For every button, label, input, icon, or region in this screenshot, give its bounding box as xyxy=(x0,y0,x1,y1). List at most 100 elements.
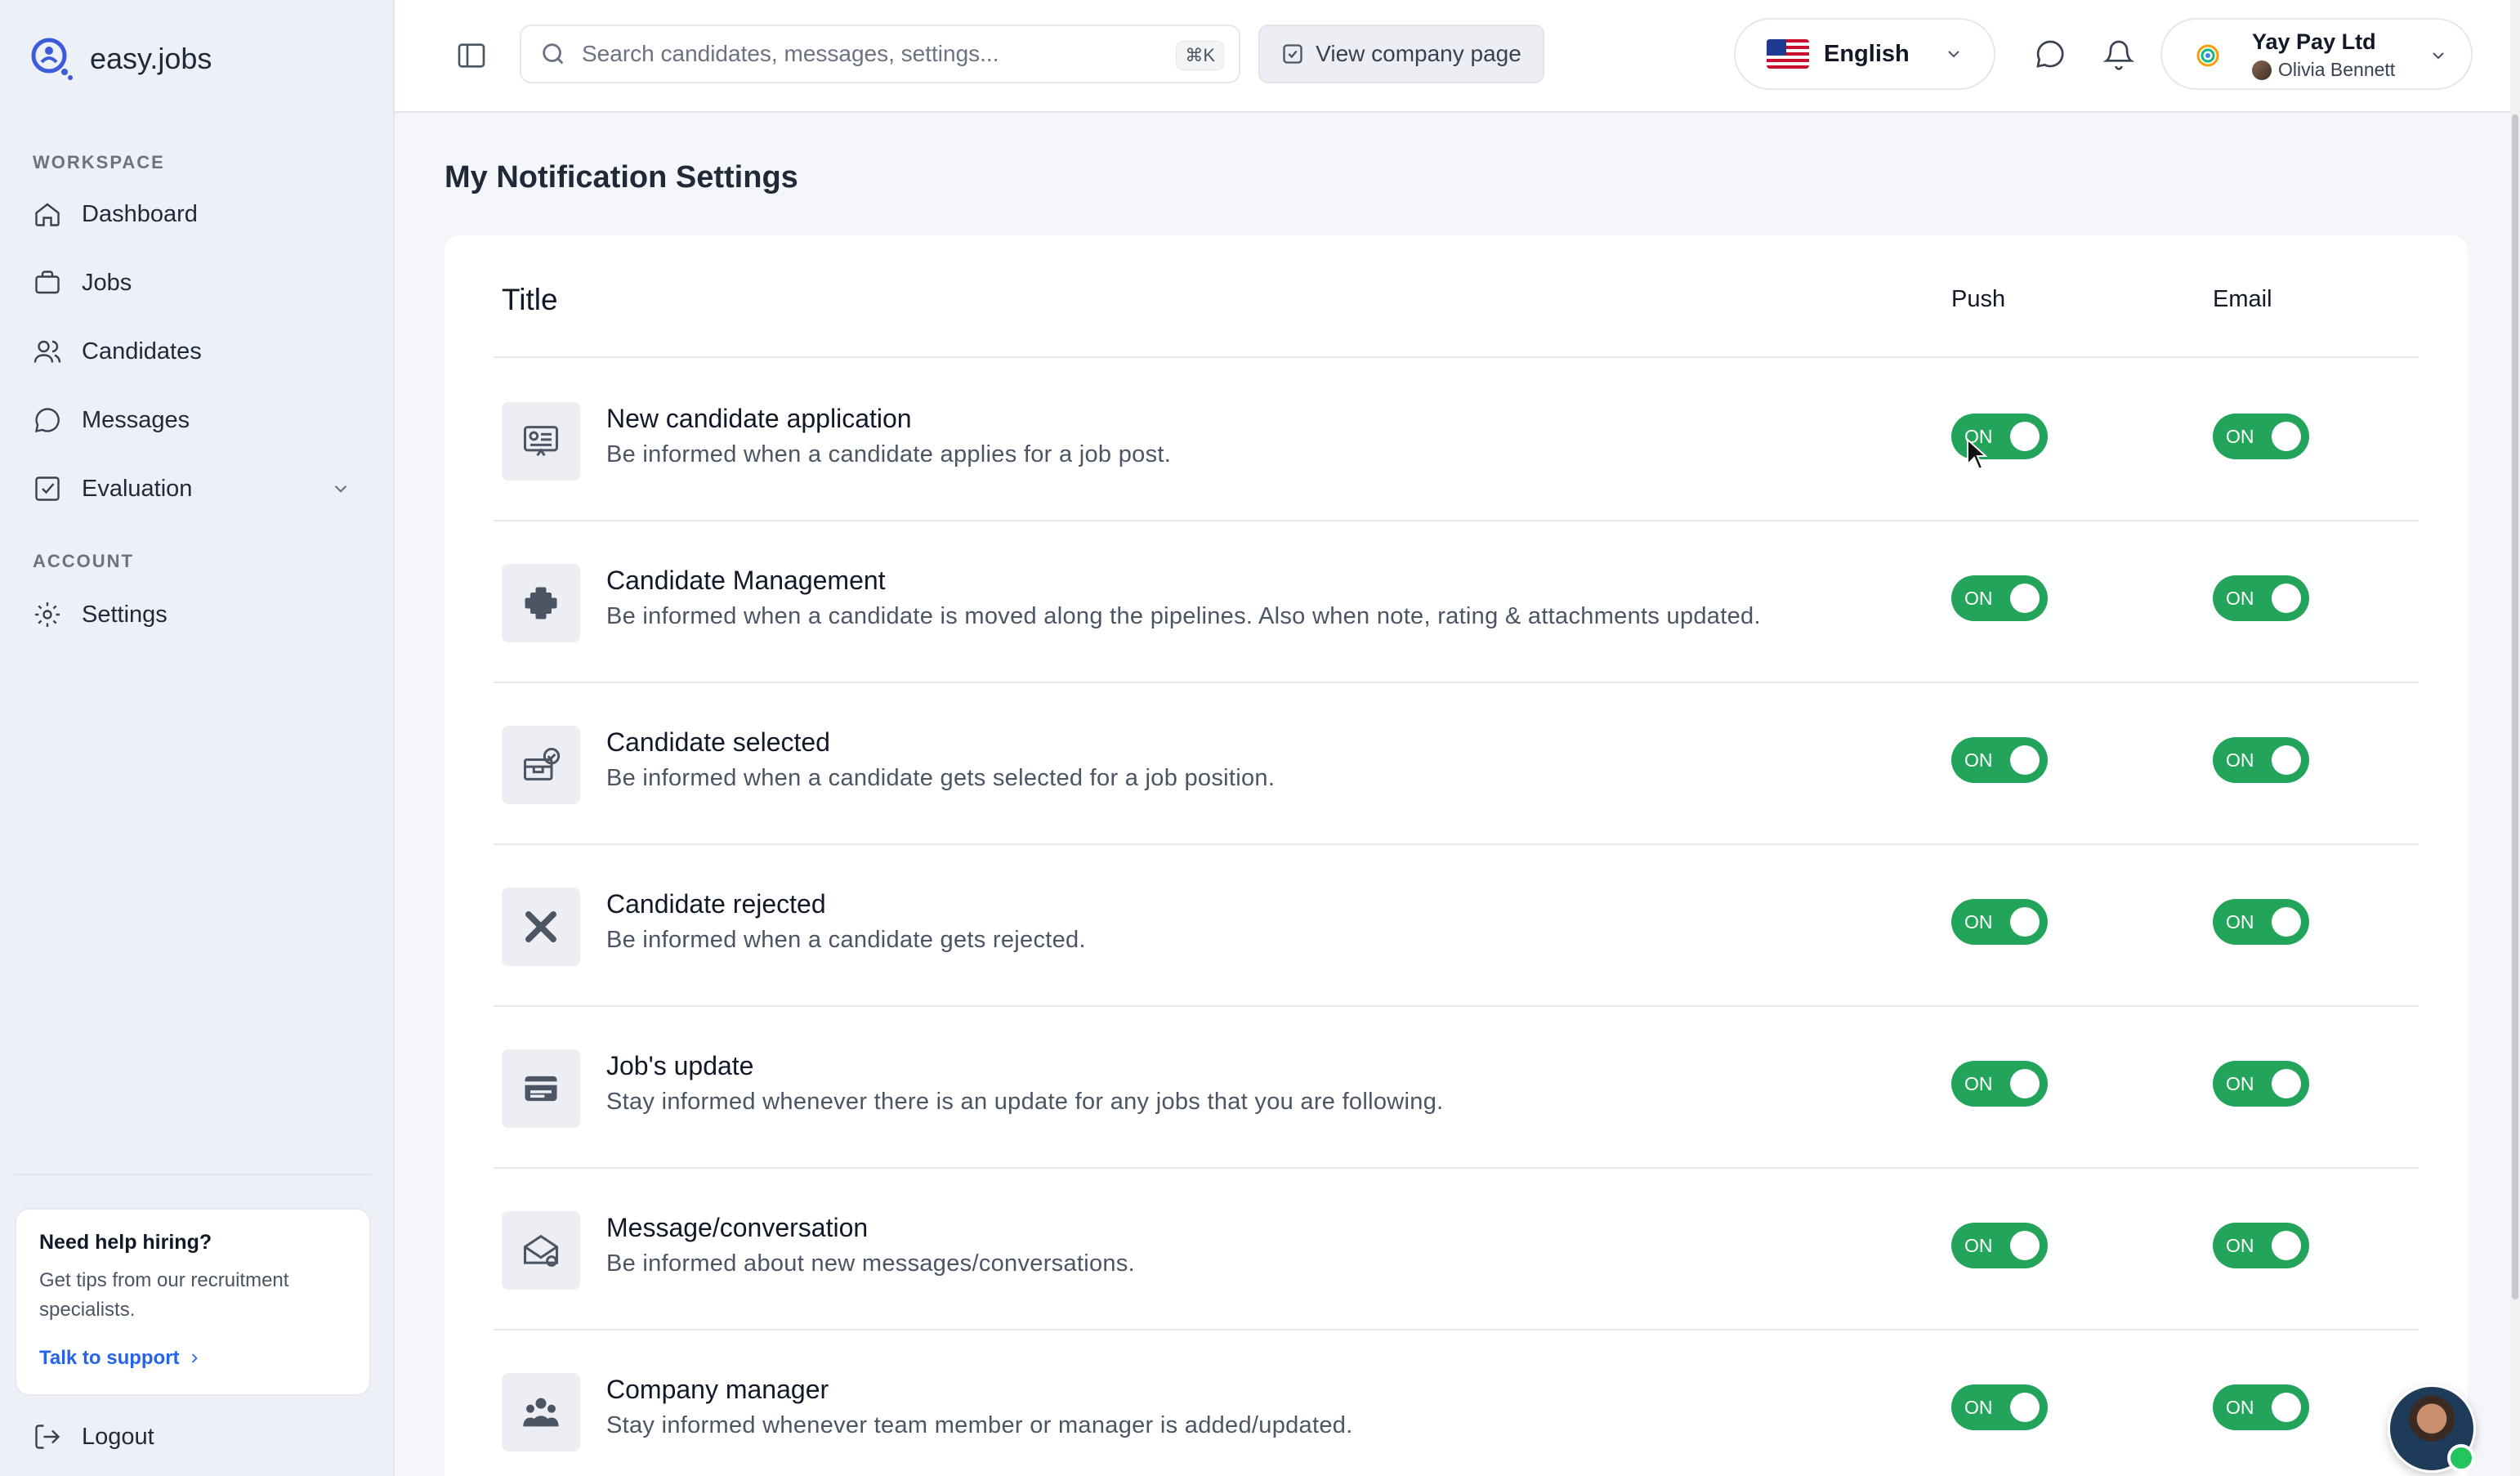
toggle-label: ON xyxy=(2226,910,2254,933)
table-row: Candidate rejected Be informed when a ca… xyxy=(494,845,2419,1007)
push-toggle[interactable]: ON xyxy=(1951,575,2048,621)
toggle-knob xyxy=(2010,1231,2040,1260)
team-icon xyxy=(502,1373,580,1451)
push-toggle[interactable]: ON xyxy=(1951,899,2048,945)
row-description: Stay informed whenever there is an updat… xyxy=(606,1089,1444,1115)
talk-to-support-link[interactable]: Talk to support xyxy=(39,1347,203,1370)
top-header: ⌘K View company page English Yay Pay Ltd… xyxy=(395,0,2520,113)
toggle-knob xyxy=(2010,745,2040,775)
email-toggle[interactable]: ON xyxy=(2213,737,2309,783)
push-toggle[interactable]: ON xyxy=(1951,1223,2048,1268)
toggle-knob xyxy=(2272,1069,2301,1098)
toggle-knob xyxy=(2010,1393,2040,1422)
column-email: Email xyxy=(2213,286,2272,312)
briefcase-icon xyxy=(35,271,60,294)
brand-name: easy.jobs xyxy=(90,42,212,75)
selected-box-icon xyxy=(502,726,580,804)
page-title: My Notification Settings xyxy=(445,160,798,195)
chevron-down-icon[interactable] xyxy=(330,478,351,499)
sidebar-item-evaluation[interactable]: Evaluation xyxy=(33,464,360,513)
view-company-page-button[interactable]: View company page xyxy=(1258,25,1544,83)
push-toggle[interactable]: ON xyxy=(1951,1061,2048,1107)
sidebar-item-label: Dashboard xyxy=(82,200,198,227)
envelope-icon xyxy=(502,1211,580,1290)
logout-button[interactable]: Logout xyxy=(33,1422,154,1451)
table-row: Company manager Stay informed whenever t… xyxy=(494,1331,2419,1476)
close-icon xyxy=(502,888,580,966)
sidebar-item-label: Jobs xyxy=(82,269,132,296)
toggle-knob xyxy=(2010,1069,2040,1098)
row-title: Job's update xyxy=(606,1051,754,1080)
mouse-cursor-icon xyxy=(1967,438,1987,471)
search-icon xyxy=(543,43,564,65)
gear-icon xyxy=(35,602,60,627)
email-toggle[interactable]: ON xyxy=(2213,1223,2309,1268)
sidebar-item-label: Messages xyxy=(82,406,190,433)
email-toggle[interactable]: ON xyxy=(2213,1384,2309,1430)
pipeline-icon xyxy=(502,564,580,642)
help-card-text: Get tips from our recruitment specialist… xyxy=(39,1269,289,1321)
current-user: Olivia Bennett xyxy=(2252,59,2395,81)
language-selector[interactable]: English xyxy=(1734,18,1995,90)
toggle-label: ON xyxy=(2226,1396,2254,1418)
toggle-knob xyxy=(2010,584,2040,613)
toggle-knob xyxy=(2272,422,2301,451)
us-flag-icon xyxy=(1767,39,1809,69)
sidebar-toggle-icon[interactable] xyxy=(455,39,488,72)
email-toggle[interactable]: ON xyxy=(2213,575,2309,621)
row-description: Be informed when a candidate is moved al… xyxy=(606,603,1761,629)
row-description: Be informed about new messages/conversat… xyxy=(606,1250,1136,1277)
bell-icon[interactable] xyxy=(2102,38,2135,70)
sidebar-item-messages[interactable]: Messages xyxy=(33,396,360,445)
account-switcher[interactable]: Yay Pay Ltd Olivia Bennett xyxy=(2160,18,2473,90)
row-title: Candidate rejected xyxy=(606,889,826,919)
toggle-label: ON xyxy=(2226,1072,2254,1094)
email-toggle[interactable]: ON xyxy=(2213,1061,2309,1107)
row-title: Candidate selected xyxy=(606,727,830,757)
user-avatar xyxy=(2252,60,2272,80)
table-row: Job's update Stay informed whenever ther… xyxy=(494,1007,2419,1169)
table-row: Candidate Management Be informed when a … xyxy=(494,521,2419,683)
sidebar: easy.jobs WORKSPACE Dashboard Jobs Candi… xyxy=(0,0,395,1476)
messages-icon[interactable] xyxy=(2034,38,2066,70)
row-title: New candidate application xyxy=(606,404,912,433)
search-input[interactable] xyxy=(582,41,1154,67)
email-toggle[interactable]: ON xyxy=(2213,414,2309,459)
company-logo-icon xyxy=(2196,44,2219,67)
toggle-label: ON xyxy=(1964,1396,1993,1418)
chevron-down-icon xyxy=(2433,52,2444,60)
push-toggle[interactable]: ON xyxy=(1951,737,2048,783)
user-name: Olivia Bennett xyxy=(2278,59,2396,80)
sidebar-item-candidates[interactable]: Candidates xyxy=(33,327,360,376)
scrollbar-thumb[interactable] xyxy=(2512,114,2518,1299)
support-chat-avatar[interactable] xyxy=(2388,1384,2476,1473)
row-description: Be informed when a candidate gets reject… xyxy=(606,927,1086,953)
email-toggle[interactable]: ON xyxy=(2213,899,2309,945)
sidebar-item-dashboard[interactable]: Dashboard xyxy=(33,190,360,239)
sidebar-item-jobs[interactable]: Jobs xyxy=(33,258,360,307)
language-label: English xyxy=(1824,40,1910,67)
toggle-knob xyxy=(2272,1393,2301,1422)
help-card-title: Need help hiring? xyxy=(39,1231,212,1254)
search-bar[interactable]: ⌘K xyxy=(520,25,1240,83)
toggle-knob xyxy=(2272,907,2301,937)
toggle-label: ON xyxy=(2226,1234,2254,1256)
notification-settings-table: Title Push Email New candidate applicati… xyxy=(445,235,2468,1476)
chevron-down-icon xyxy=(1948,51,1959,58)
table-row: Message/conversation Be informed about n… xyxy=(494,1169,2419,1331)
column-title: Title xyxy=(502,283,558,316)
row-description: Stay informed whenever team member or ma… xyxy=(606,1412,1353,1438)
page-scrollbar[interactable] xyxy=(2510,0,2520,1476)
logout-label: Logout xyxy=(82,1423,154,1450)
toggle-knob xyxy=(2272,745,2301,775)
application-icon xyxy=(502,402,580,481)
checkbox-icon xyxy=(35,476,60,501)
sidebar-item-settings[interactable]: Settings xyxy=(33,590,360,639)
toggle-label: ON xyxy=(1964,1072,1993,1094)
row-title: Message/conversation xyxy=(606,1213,869,1242)
brand[interactable]: easy.jobs xyxy=(28,34,212,83)
toggle-label: ON xyxy=(1964,910,1993,933)
push-toggle[interactable]: ON xyxy=(1951,1384,2048,1430)
help-card: Need help hiring? Get tips from our recr… xyxy=(15,1208,371,1396)
company-name: Yay Pay Ltd xyxy=(2252,29,2376,54)
